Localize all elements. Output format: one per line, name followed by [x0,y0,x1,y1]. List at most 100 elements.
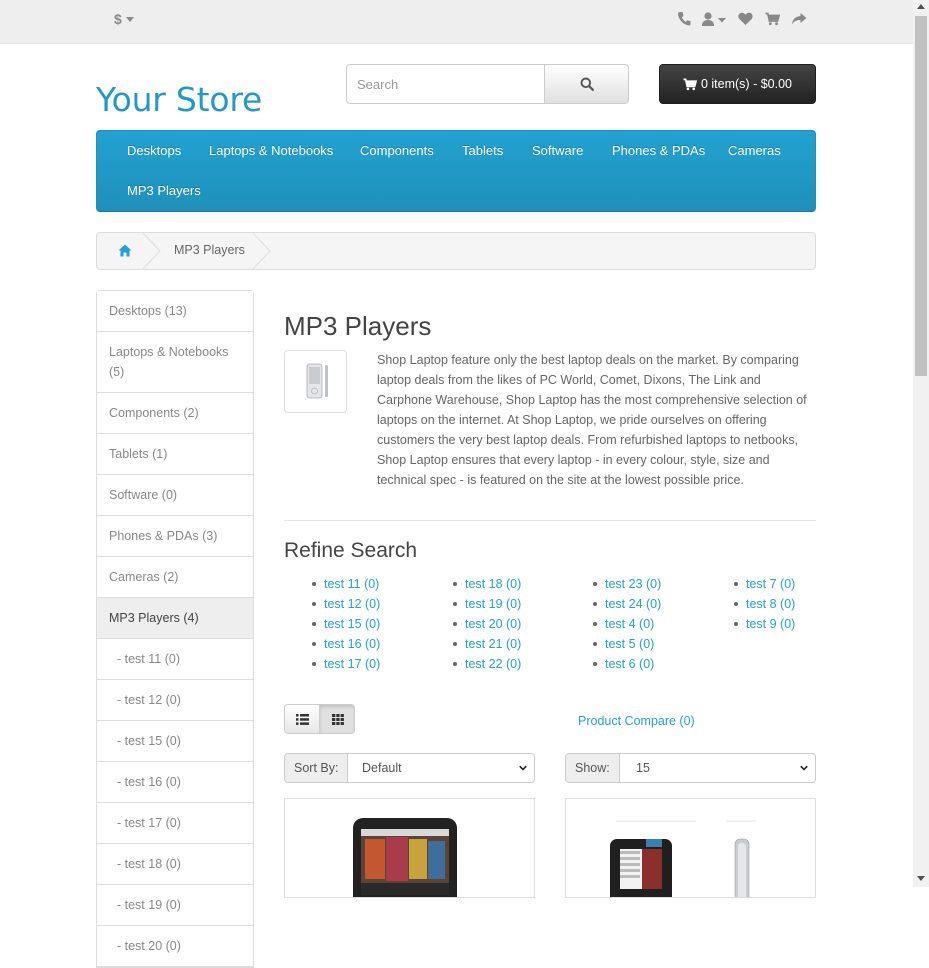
scrollbar-thumb[interactable] [915,16,927,376]
menu-item-phones-pdas[interactable]: Phones & PDAs [612,143,705,158]
refine-link-test-8[interactable]: test 8 (0) [730,594,795,614]
refine-link-test-21[interactable]: test 21 (0) [449,634,521,654]
sidebar-item-phones-pdas[interactable]: Phones & PDAs (3) [97,516,253,557]
share-icon[interactable] [791,11,807,27]
sidebar-item-cameras[interactable]: Cameras (2) [97,557,253,598]
currency-dropdown[interactable]: $ [114,11,134,27]
refine-link-label[interactable]: test 18 (0) [465,577,521,591]
refine-link-label[interactable]: test 8 (0) [746,597,795,611]
sidebar-item-software[interactable]: Software (0) [97,475,253,516]
refine-link-label[interactable]: test 19 (0) [465,597,521,611]
show-limit-select[interactable]: 15 [636,754,650,782]
refine-link-label[interactable]: test 21 (0) [465,637,521,651]
refine-link-label[interactable]: test 20 (0) [465,617,521,631]
refine-link-test-11[interactable]: test 11 (0) [308,574,380,594]
sidebar-item-mp3-players[interactable]: MP3 Players (4) [97,598,253,639]
show-limit-group: Show: 15 [565,753,816,783]
menu-item-cameras[interactable]: Cameras [728,143,781,158]
sidebar-item-tablets[interactable]: Tablets (1) [97,434,253,475]
refine-link-label[interactable]: test 7 (0) [746,577,795,591]
refine-link-label[interactable]: test 23 (0) [605,577,661,591]
list-icon [295,713,309,725]
phone-icon[interactable] [677,11,691,27]
sidebar-item-test-18[interactable]: - test 18 (0) [97,844,253,885]
category-sidebar: Desktops (13) Laptops & Notebooks (5) Co… [96,290,254,968]
refine-link-label[interactable]: test 11 (0) [324,577,379,591]
product-card[interactable] [565,798,816,898]
shopping-cart-icon[interactable] [765,11,780,27]
menu-item-tablets[interactable]: Tablets [462,143,503,158]
home-icon[interactable] [118,244,132,257]
sidebar-item-components[interactable]: Components (2) [97,393,253,434]
refine-link-label[interactable]: test 16 (0) [324,637,380,651]
menu-item-components[interactable]: Components [360,143,434,158]
search-input[interactable] [346,64,545,104]
sidebar-item-test-16[interactable]: - test 16 (0) [97,762,253,803]
list-view-button[interactable] [285,705,320,733]
refine-column-1: test 11 (0) test 12 (0) test 15 (0) test… [308,574,380,674]
refine-link-label[interactable]: test 22 (0) [465,657,521,671]
category-description: Shop Laptop feature only the best laptop… [377,353,807,487]
sidebar-item-desktops[interactable]: Desktops (13) [97,291,253,332]
sort-by-group: Sort By: Default [284,753,535,783]
breadcrumb: MP3 Players [96,232,816,270]
refine-link-test-5[interactable]: test 5 (0) [589,634,661,654]
refine-link-label[interactable]: test 24 (0) [605,597,661,611]
sidebar-item-test-11[interactable]: - test 11 (0) [97,639,253,680]
search-group [346,64,629,104]
refine-column-2: test 18 (0) test 19 (0) test 20 (0) test… [449,574,521,674]
heart-icon[interactable] [738,11,753,27]
sidebar-item-test-17[interactable]: - test 17 (0) [97,803,253,844]
refine-link-test-12[interactable]: test 12 (0) [308,594,380,614]
refine-link-test-22[interactable]: test 22 (0) [449,654,521,674]
refine-link-test-18[interactable]: test 18 (0) [449,574,521,594]
refine-link-test-9[interactable]: test 9 (0) [730,614,795,634]
sidebar-item-laptops-notebooks[interactable]: Laptops & Notebooks (5) [97,332,253,393]
top-bar: $ [0,0,913,44]
menu-item-mp3-players[interactable]: MP3 Players [127,183,201,198]
refine-link-test-20[interactable]: test 20 (0) [449,614,521,634]
grid-view-button[interactable] [320,705,354,733]
sidebar-item-test-19[interactable]: - test 19 (0) [97,885,253,926]
search-icon [580,77,594,91]
menu-item-software[interactable]: Software [532,143,583,158]
scroll-down-arrow-icon[interactable] [917,876,925,881]
product-compare-link[interactable]: Product Compare (0) [578,714,695,728]
refine-link-test-16[interactable]: test 16 (0) [308,634,380,654]
sort-by-label: Sort By: [285,754,349,782]
ipod-thumbnail [306,363,328,399]
sidebar-item-test-15[interactable]: - test 15 (0) [97,721,253,762]
refine-link-test-6[interactable]: test 6 (0) [589,654,661,674]
refine-link-label[interactable]: test 6 (0) [605,657,654,671]
sidebar-item-test-12[interactable]: - test 12 (0) [97,680,253,721]
sidebar-item-test-20[interactable]: - test 20 (0) [97,926,253,967]
refine-link-label[interactable]: test 17 (0) [324,657,380,671]
product-image[interactable] [285,799,535,898]
menu-item-desktops[interactable]: Desktops [127,143,181,158]
store-logo[interactable]: Your Store [96,80,262,119]
breadcrumb-mp3-players[interactable]: MP3 Players [174,243,245,257]
refine-link-test-19[interactable]: test 19 (0) [449,594,521,614]
refine-link-test-7[interactable]: test 7 (0) [730,574,795,594]
refine-link-test-23[interactable]: test 23 (0) [589,574,661,594]
cart-button[interactable]: 0 item(s) - $0.00 [659,64,816,104]
refine-link-test-17[interactable]: test 17 (0) [308,654,380,674]
refine-link-label[interactable]: test 9 (0) [746,617,795,631]
refine-link-label[interactable]: test 12 (0) [324,597,380,611]
refine-link-test-4[interactable]: test 4 (0) [589,614,661,634]
refine-link-label[interactable]: test 4 (0) [605,617,654,631]
scrollbar[interactable] [913,0,929,887]
refine-link-label[interactable]: test 15 (0) [324,617,380,631]
menu-item-laptops-notebooks[interactable]: Laptops & Notebooks [209,143,333,158]
product-card[interactable] [284,798,535,898]
refine-link-label[interactable]: test 5 (0) [605,637,654,651]
sort-by-select[interactable]: Default [362,754,402,782]
breadcrumb-separator [253,233,271,269]
search-button[interactable] [544,64,629,104]
product-image[interactable] [566,799,816,898]
refine-link-test-24[interactable]: test 24 (0) [589,594,661,614]
refine-column-4: test 7 (0) test 8 (0) test 9 (0) [730,574,795,634]
user-icon[interactable] [701,11,727,27]
scroll-up-arrow-icon[interactable] [917,4,925,9]
refine-link-test-15[interactable]: test 15 (0) [308,614,380,634]
